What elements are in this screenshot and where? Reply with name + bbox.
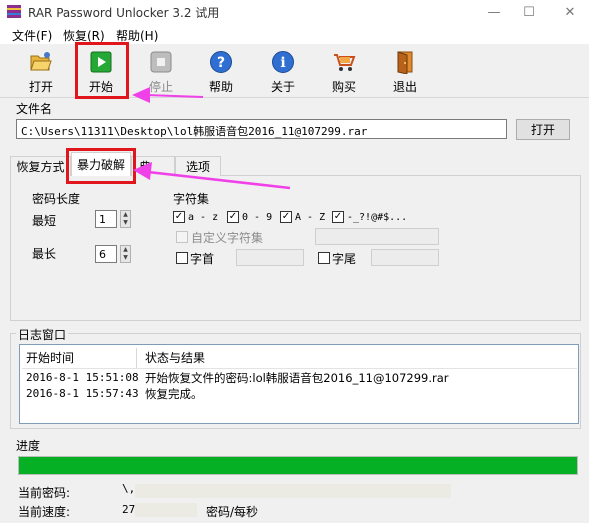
- arrow-to-start-button: [132, 87, 204, 103]
- annotation-arrows: [132, 87, 291, 190]
- app-window: RAR Password Unlocker 3.2 试用 — ☐ ✕ 文件(F)…: [0, 0, 589, 523]
- arrow-to-brute-tab: [133, 162, 291, 190]
